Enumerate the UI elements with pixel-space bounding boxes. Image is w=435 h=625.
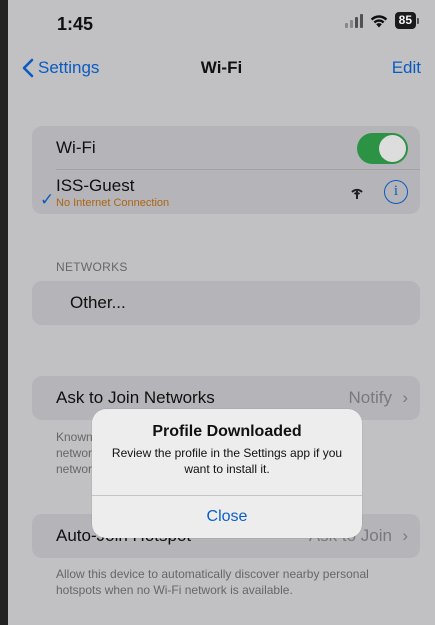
- close-button[interactable]: Close: [92, 496, 362, 538]
- alert-message: Review the profile in the Settings app i…: [111, 446, 343, 476]
- alert-title: Profile Downloaded: [152, 423, 302, 440]
- wifi-settings-screen: 1:45 85 Settings Wi-Fi Edit Wi-Fi ✓ ISS-…: [8, 0, 435, 625]
- profile-downloaded-alert: Profile Downloaded Review the profile in…: [92, 409, 362, 538]
